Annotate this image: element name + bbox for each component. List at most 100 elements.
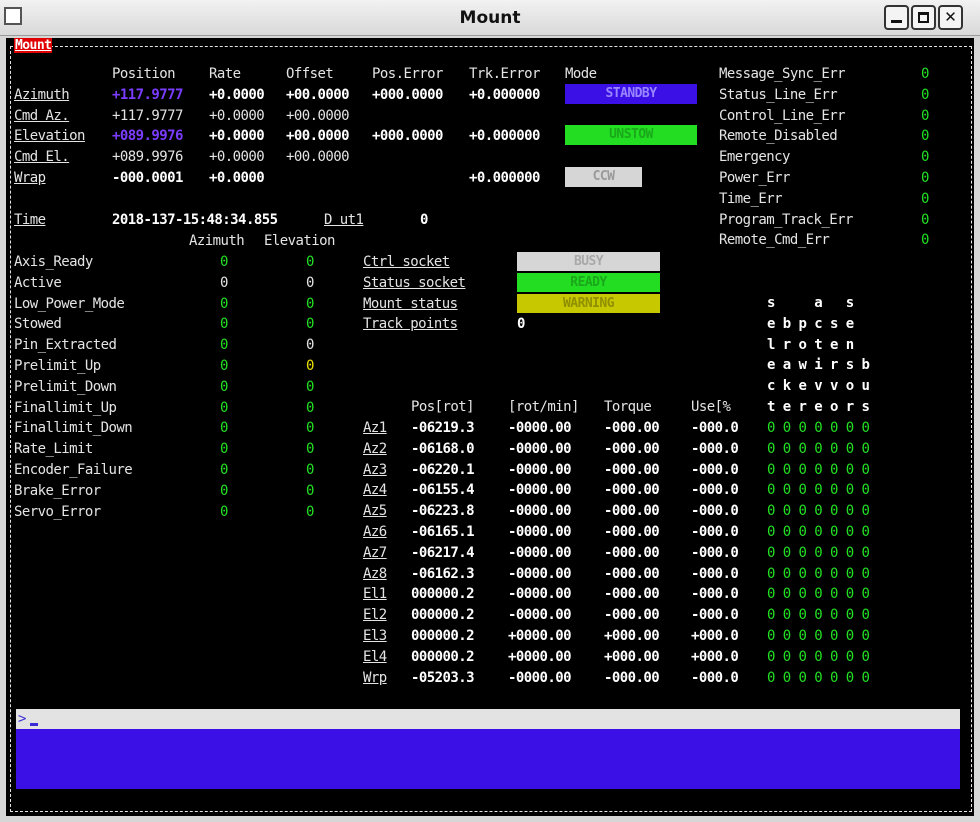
motor-position: -06162.3: [411, 565, 475, 582]
axis-status-label: Stowed: [14, 316, 62, 333]
motor-use: -000.0: [691, 503, 739, 520]
motor-flags: 0 0 0 0 0 0 0: [767, 565, 870, 582]
motor-label[interactable]: El4: [363, 649, 387, 665]
error-value: 0: [921, 66, 929, 82]
cmd-el-rate: +0.0000: [209, 149, 265, 165]
wrap-rate: +0.0000: [209, 170, 265, 186]
command-input[interactable]: >: [16, 709, 960, 729]
wrap-mode-badge: CCW: [565, 167, 642, 187]
motor-rpm: -0000.00: [508, 586, 572, 603]
motor-flags: 0 0 0 0 0 0 0: [767, 669, 870, 686]
header-mode: Mode: [565, 66, 597, 82]
motor-header-torque: Torque: [604, 399, 652, 415]
axis-header-elevation: Elevation: [264, 233, 335, 249]
elevation-mode-badge: UNSTOW: [565, 125, 697, 145]
elevation-offset: +00.0000: [286, 128, 350, 144]
status-link[interactable]: Ctrl socket: [363, 254, 450, 270]
frame-title[interactable]: Mount: [14, 38, 53, 53]
motor-use: -000.0: [691, 669, 739, 686]
error-value: 0: [921, 128, 929, 145]
motor-flags: 0 0 0 0 0 0 0: [767, 628, 870, 644]
flag-header-row: c k e v v o u: [767, 378, 870, 395]
flag-header-row: s a s: [767, 295, 870, 311]
elevation-flag: 0: [306, 295, 314, 312]
elevation-position: +089.9976: [112, 128, 183, 144]
motor-label[interactable]: Az8: [363, 566, 387, 582]
error-label: Time_Err: [719, 190, 783, 207]
azimuth-flag: 0: [220, 503, 228, 520]
wrap-position: -000.0001: [112, 170, 183, 186]
motor-use: -000.0: [691, 420, 739, 436]
motor-label[interactable]: Az7: [363, 545, 387, 561]
motor-position: -06168.0: [411, 440, 475, 457]
wrap-trk-error: +0.000000: [469, 170, 540, 186]
azimuth-flag: 0: [220, 316, 228, 333]
error-value: 0: [921, 149, 929, 166]
command-prompt: >: [18, 711, 26, 727]
close-icon: ✕: [944, 8, 957, 26]
window-titlebar[interactable]: Mount ✕: [0, 0, 980, 36]
minimize-button[interactable]: [884, 5, 909, 30]
motor-use: -000.0: [691, 461, 739, 478]
motor-torque: -000.00: [604, 565, 660, 582]
axis-status-label: Servo_Error: [14, 503, 101, 520]
motor-flags: 0 0 0 0 0 0 0: [767, 420, 870, 436]
elevation-flag: 0: [306, 503, 314, 520]
azimuth-flag: 0: [220, 254, 228, 270]
motor-position: 000000.2: [411, 628, 475, 644]
motor-label[interactable]: Az2: [363, 441, 387, 457]
maximize-button[interactable]: [911, 5, 936, 30]
motor-torque: -000.00: [604, 669, 660, 686]
motor-flags: 0 0 0 0 0 0 0: [767, 544, 870, 561]
motor-use: +000.0: [691, 628, 739, 644]
elevation-flag: 0: [306, 399, 314, 416]
error-value: 0: [921, 232, 929, 249]
cmd-el-position: +089.9976: [112, 149, 183, 165]
motor-label[interactable]: El3: [363, 628, 387, 644]
axis-status-label: Active: [14, 274, 62, 291]
motor-flags: 0 0 0 0 0 0 0: [767, 524, 870, 540]
azimuth-trk-error: +0.000000: [469, 87, 540, 103]
status-link[interactable]: Track points: [363, 316, 458, 332]
motor-label[interactable]: Az5: [363, 503, 387, 519]
axis-status-label: Finallimit_Up: [14, 399, 117, 416]
cmd-az-label[interactable]: Cmd Az.: [14, 108, 70, 124]
elevation-label[interactable]: Elevation: [14, 128, 85, 144]
motor-label[interactable]: El2: [363, 607, 387, 623]
elevation-flag: 0: [306, 378, 314, 395]
close-button[interactable]: ✕: [938, 5, 963, 30]
wrap-label[interactable]: Wrap: [14, 170, 46, 186]
motor-label[interactable]: Az3: [363, 462, 387, 478]
motor-label[interactable]: Az4: [363, 482, 387, 498]
track-points-value: 0: [517, 316, 525, 333]
motor-position: -06220.1: [411, 461, 475, 478]
azimuth-flag: 0: [220, 295, 228, 312]
motor-label[interactable]: El1: [363, 586, 387, 602]
motor-use: -000.0: [691, 544, 739, 561]
status-link[interactable]: Status socket: [363, 275, 466, 291]
flag-header-row: e a w i r s b: [767, 357, 870, 374]
azimuth-label[interactable]: Azimuth: [14, 87, 70, 103]
time-label[interactable]: Time: [14, 212, 46, 228]
motor-torque: +000.00: [604, 648, 660, 665]
axis-status-label: Axis_Ready: [14, 254, 93, 270]
flag-header-row: e b p c s e: [767, 315, 870, 332]
motor-torque: -000.00: [604, 482, 660, 499]
cmd-el-label[interactable]: Cmd El.: [14, 149, 70, 165]
elevation-flag: 0: [306, 441, 314, 458]
motor-label[interactable]: Wrp: [363, 670, 387, 686]
cmd-az-rate: +0.0000: [209, 108, 265, 124]
status-link[interactable]: Mount status: [363, 296, 458, 312]
motor-label[interactable]: Az1: [363, 420, 387, 436]
motor-label[interactable]: Az6: [363, 524, 387, 540]
motor-position: -06217.4: [411, 544, 475, 561]
dut1-label[interactable]: D ut1: [324, 212, 364, 228]
motor-use: -000.0: [691, 607, 739, 624]
motor-rpm: -0000.00: [508, 524, 572, 540]
azimuth-mode-badge: STANDBY: [565, 84, 697, 104]
dut1-value: 0: [420, 212, 428, 228]
motor-rpm: -0000.00: [508, 482, 572, 499]
error-value: 0: [921, 190, 929, 207]
motor-flags: 0 0 0 0 0 0 0: [767, 648, 870, 665]
azimuth-flag: 0: [220, 378, 228, 395]
